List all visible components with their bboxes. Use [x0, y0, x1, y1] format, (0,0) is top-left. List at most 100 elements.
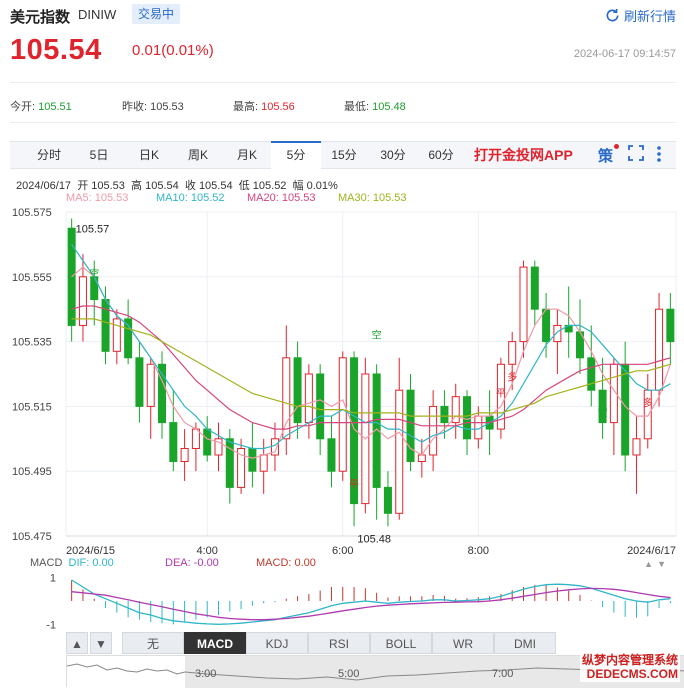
navigator-tick: 7:00	[492, 668, 514, 680]
low-stat: 最低: 105.48	[344, 98, 406, 114]
open-value: 105.51	[38, 101, 72, 113]
high-value: 105.56	[261, 101, 295, 113]
y-tick-label: 105.535	[12, 337, 52, 349]
bar-close: 105.54	[198, 180, 233, 192]
candle-body	[395, 389, 404, 514]
indicator-tab-rsi[interactable]: RSI	[308, 632, 370, 654]
candle-body	[101, 298, 110, 352]
macd-dea: DEA: -0.00	[165, 557, 219, 569]
price-change: 0.01(0.01%)	[132, 42, 214, 59]
bar-open-label: 开	[77, 180, 89, 192]
last-price: 105.54	[10, 34, 102, 66]
candle-body	[135, 357, 144, 407]
scroll-up-button[interactable]: ▲	[66, 632, 88, 654]
indicator-tab-none[interactable]: 无	[122, 632, 184, 654]
macd-y-tick: 1	[50, 573, 56, 585]
candle-body	[248, 448, 257, 472]
macd-value: MACD: 0.00	[256, 557, 316, 569]
signal-marker: 平	[349, 479, 359, 490]
candle-body	[655, 308, 664, 391]
bar-open: 105.53	[91, 180, 125, 192]
navigator-window-left	[67, 656, 185, 688]
quote-timestamp: 2024-06-17 09:14:57	[573, 48, 676, 60]
candle-body	[519, 266, 528, 343]
navigator-tick: 5:00	[338, 668, 360, 680]
high-label: 最高:	[233, 101, 259, 113]
signal-marker: 空	[372, 328, 382, 341]
x-tick-label: 2024/6/17	[627, 545, 676, 557]
max-price-label: 105.57	[76, 223, 110, 235]
tab-15min[interactable]: 15分	[319, 142, 369, 168]
signal-marker: 多	[507, 370, 517, 383]
candle-body	[293, 357, 302, 424]
navigator-tick: 3:00	[195, 668, 217, 680]
indicator-tab-wr[interactable]: WR	[432, 632, 494, 654]
tab-5min[interactable]: 5分	[271, 141, 321, 169]
indicator-tabs: ▲ ▼ 无 MACD KDJ RSI BOLL WR DMI	[66, 632, 636, 654]
macd-y-tick: -1	[46, 619, 56, 631]
divider	[10, 82, 676, 83]
low-label: 最低:	[344, 101, 370, 113]
candle-body	[112, 318, 121, 352]
candle-body	[417, 454, 426, 462]
open-app-link[interactable]: 打开金投网APP	[474, 145, 573, 165]
tab-30min[interactable]: 30分	[368, 142, 418, 168]
bar-date: 2024/06/17	[16, 180, 72, 192]
tab-weekly[interactable]: 周K	[173, 142, 223, 168]
macd-name: MACD	[30, 557, 63, 569]
bar-close-label: 收	[184, 180, 196, 192]
refresh-button[interactable]: 刷新行情	[605, 6, 676, 25]
candle-body	[542, 308, 551, 343]
candle-body	[78, 276, 87, 326]
candle-body	[327, 438, 336, 472]
low-value: 105.48	[372, 101, 406, 113]
candle-body	[90, 276, 99, 300]
trading-status-badge: 交易中	[132, 4, 181, 24]
y-tick-label: 105.575	[12, 207, 52, 219]
scroll-down-button[interactable]: ▼	[90, 632, 112, 654]
signal-marker: 空	[598, 406, 608, 419]
tab-intraday[interactable]: 分时	[24, 142, 74, 168]
macd-collapse-icon[interactable]: ▲▼	[644, 559, 670, 569]
open-stat: 今开: 105.51	[10, 98, 72, 114]
watermark-line2: DEDECMS.COM	[586, 667, 678, 681]
tab-60min[interactable]: 60分	[416, 142, 466, 168]
fullscreen-icon[interactable]	[628, 145, 644, 165]
indicator-tab-boll[interactable]: BOLL	[370, 632, 432, 654]
strategy-icon[interactable]: 策	[598, 144, 619, 166]
tab-daily[interactable]: 日K	[124, 142, 174, 168]
more-icon[interactable]	[656, 145, 662, 167]
candlestick-chart[interactable]: 105.575 105.555 105.535 105.515 105.495 105.4…	[0, 200, 684, 572]
indicator-tab-dmi[interactable]: DMI	[494, 632, 556, 654]
prev-close-value: 105.53	[150, 101, 184, 113]
open-label: 今开:	[10, 101, 36, 113]
y-tick-label: 105.515	[12, 401, 52, 413]
candle-body	[440, 405, 449, 424]
x-tick-label: 8:00	[468, 545, 489, 557]
candle-body	[203, 428, 212, 456]
strategy-label: 策	[598, 148, 614, 165]
signal-marker: 多	[643, 396, 653, 409]
bar-amp: 0.01%	[306, 180, 338, 192]
candle-body	[146, 363, 155, 407]
x-tick-label: 6:00	[332, 545, 353, 557]
candle-body	[180, 448, 189, 462]
indicator-tab-kdj[interactable]: KDJ	[246, 632, 308, 654]
x-tick-label: 2024/6/15	[66, 545, 115, 557]
tab-5day[interactable]: 5日	[74, 142, 124, 168]
y-tick-label: 105.495	[12, 466, 52, 478]
y-tick-label: 105.555	[12, 272, 52, 284]
y-tick-label: 105.475	[12, 531, 52, 543]
x-tick-label: 4:00	[196, 545, 217, 557]
macd-dif-line	[71, 579, 671, 625]
tab-monthly[interactable]: 月K	[222, 142, 272, 168]
indicator-tab-macd[interactable]: MACD	[184, 632, 246, 654]
watermark-line1: 纵梦内容管理系统	[581, 653, 678, 667]
refresh-label: 刷新行情	[623, 9, 676, 24]
candle-body	[316, 373, 325, 440]
candle-body	[383, 486, 392, 514]
candle-body	[553, 324, 562, 343]
bar-amp-label: 幅	[292, 180, 304, 192]
high-stat: 最高: 105.56	[233, 98, 295, 114]
prev-close-stat: 昨收: 105.53	[122, 98, 184, 114]
